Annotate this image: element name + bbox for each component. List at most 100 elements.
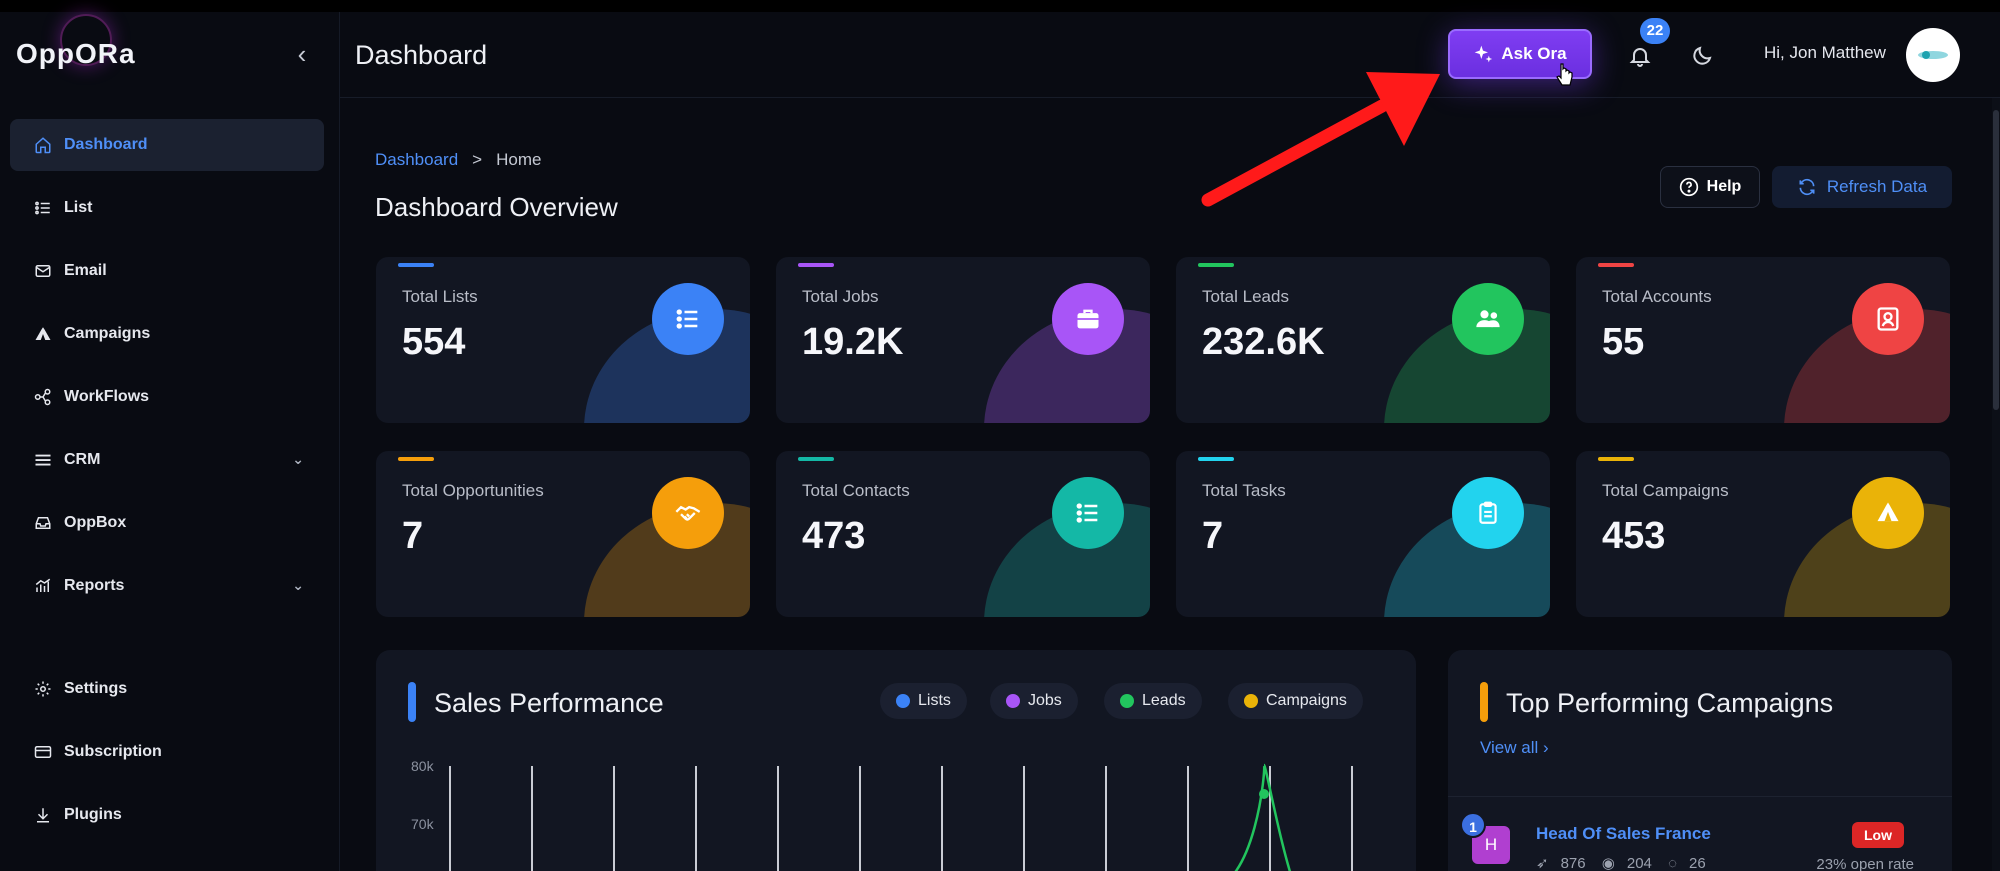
stat-label: Total Contacts (802, 481, 910, 500)
refresh-data-button[interactable]: Refresh Data (1772, 166, 1952, 208)
sidebar-item-label: Subscription (64, 743, 162, 760)
bell-icon[interactable] (1628, 44, 1652, 68)
stat-label: Total Jobs (802, 287, 879, 306)
download-icon (32, 804, 54, 826)
card-accent (1598, 457, 1634, 461)
sidebar-item-label: Dashboard (64, 136, 148, 153)
sidebar-item-reports[interactable]: Reports ⌄ (10, 560, 324, 612)
sidebar-item-dashboard[interactable]: Dashboard (10, 119, 324, 171)
card-accent (798, 457, 834, 461)
sidebar-item-label: Settings (64, 680, 128, 697)
stat-label: Total Leads (1202, 287, 1289, 306)
help-label: Help (1706, 178, 1742, 195)
tent-icon (32, 323, 54, 345)
stat-value: 232.6K (1202, 321, 1325, 363)
handshake-icon (652, 477, 724, 549)
gear-icon (32, 678, 54, 700)
contact-card-icon (1852, 283, 1924, 355)
sent-count: 876 (1560, 855, 1586, 871)
sidebar-item-label: Plugins (64, 806, 122, 823)
stat-card-total-tasks[interactable]: Total Tasks 7 (1176, 451, 1550, 617)
breadcrumb-root[interactable]: Dashboard (375, 150, 458, 169)
stat-value: 55 (1602, 321, 1645, 363)
sidebar-item-plugins[interactable]: Plugins (10, 789, 324, 841)
card-accent (398, 457, 434, 461)
stat-value: 19.2K (802, 321, 904, 363)
reply-icon: ◌ (1668, 855, 1677, 871)
sidebar-item-label: List (64, 199, 93, 216)
leads-data-point (1259, 789, 1269, 799)
chevron-down-icon[interactable]: ⌄ (292, 577, 304, 594)
sidebar-item-oppbox[interactable]: OppBox (10, 497, 324, 549)
sidebar-item-label: Campaigns (64, 325, 151, 342)
card-accent (1198, 263, 1234, 267)
inbox-icon (32, 512, 54, 534)
stat-value: 554 (402, 321, 466, 363)
sidebar-item-list[interactable]: List (10, 182, 324, 234)
sidebar: OppORa ‹ Dashboard List Email Campaigns (0, 12, 340, 871)
campaign-name-link[interactable]: Head Of Sales France (1536, 824, 1711, 844)
briefcase-icon (1052, 283, 1124, 355)
card-accent (1598, 263, 1634, 267)
campaign-rank-badge: 1 (1460, 812, 1486, 838)
sidebar-item-email[interactable]: Email (10, 245, 324, 297)
mouse-cursor-icon (1556, 63, 1573, 86)
collapse-sidebar-button[interactable]: ‹ (288, 40, 316, 68)
sidebar-item-label: OppBox (64, 514, 127, 531)
ask-ora-label: Ask Ora (1501, 44, 1567, 63)
overview-title: Dashboard Overview (375, 192, 618, 222)
sparkle-icon (1475, 45, 1493, 63)
sidebar-item-label: Email (64, 262, 107, 279)
avatar-logo-icon (1918, 51, 1948, 59)
stat-card-total-lists[interactable]: Total Lists 554 (376, 257, 750, 423)
stat-card-total-leads[interactable]: Total Leads 232.6K (1176, 257, 1550, 423)
avatar[interactable] (1906, 28, 1960, 82)
view-count: 204 (1626, 855, 1652, 871)
eye-icon: ◉ (1601, 855, 1615, 871)
priority-badge: Low (1852, 822, 1904, 848)
users-icon (1452, 283, 1524, 355)
page-title: Dashboard (355, 40, 488, 70)
sidebar-item-label: WorkFlows (64, 388, 150, 405)
stat-value: 453 (1602, 515, 1666, 557)
refresh-icon (1799, 178, 1815, 196)
moon-icon[interactable] (1690, 44, 1714, 68)
scrollbar-thumb[interactable] (1993, 110, 1999, 410)
sidebar-item-subscription[interactable]: Subscription (10, 726, 324, 778)
sidebar-item-campaigns[interactable]: Campaigns (10, 308, 324, 360)
sidebar-item-workflows[interactable]: WorkFlows (10, 371, 324, 423)
chevron-right-icon: › (1543, 738, 1549, 757)
card-accent (1198, 457, 1234, 461)
sidebar-item-crm[interactable]: CRM ⌄ (10, 434, 324, 486)
stat-card-total-contacts[interactable]: Total Contacts 473 (776, 451, 1150, 617)
breadcrumb: Dashboard > Home (375, 150, 541, 170)
list-icon (652, 283, 724, 355)
divider (1448, 796, 1952, 797)
sales-chart (449, 763, 1353, 871)
open-rate: 23% open rate (1816, 856, 1914, 871)
send-icon: ➶ (1536, 855, 1549, 871)
stat-card-total-opportunities[interactable]: Total Opportunities 7 (376, 451, 750, 617)
top-header: Dashboard Ask Ora 22 Hi, Jon Matthew (340, 12, 2000, 98)
workflow-icon (32, 386, 54, 408)
stat-value: 473 (802, 515, 866, 557)
top-campaigns-title: Top Performing Campaigns (1506, 688, 1834, 718)
list-icon (32, 197, 54, 219)
chevron-down-icon[interactable]: ⌄ (292, 451, 304, 468)
stat-label: Total Campaigns (1602, 481, 1729, 500)
help-button[interactable]: Help (1660, 166, 1760, 208)
view-all-link[interactable]: View all › (1480, 738, 1549, 758)
stat-card-total-accounts[interactable]: Total Accounts 55 (1576, 257, 1950, 423)
stat-card-total-campaigns[interactable]: Total Campaigns 453 (1576, 451, 1950, 617)
app-logo[interactable]: OppORa (16, 38, 136, 70)
clipboard-icon (1452, 477, 1524, 549)
card-accent (798, 263, 834, 267)
card-icon (32, 741, 54, 763)
sidebar-item-label: Reports (64, 577, 125, 594)
stat-card-total-jobs[interactable]: Total Jobs 19.2K (776, 257, 1150, 423)
top-campaigns-panel: Top Performing Campaigns View all › 1 H … (1448, 650, 1952, 871)
home-icon (32, 134, 54, 156)
sidebar-item-settings[interactable]: Settings (10, 663, 324, 715)
stat-label: Total Accounts (1602, 287, 1712, 306)
